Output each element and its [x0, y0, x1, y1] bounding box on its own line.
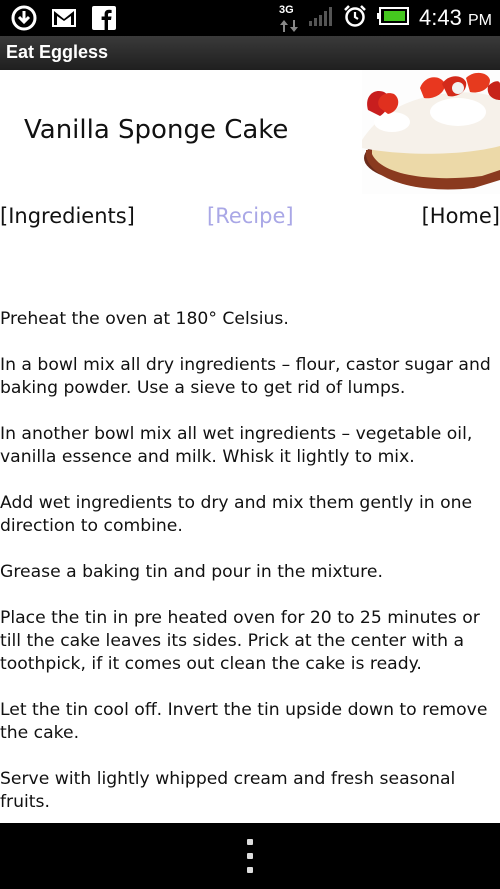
clock-time: 4:43 — [419, 5, 462, 30]
signal-icon — [309, 6, 333, 30]
gmail-icon — [50, 4, 78, 32]
battery-icon — [377, 7, 410, 29]
recipe-step: Let the tin cool off. Invert the tin ups… — [0, 700, 488, 743]
network-type-indicator: 3G — [279, 3, 299, 33]
recipe-page[interactable]: Vanilla Sponge Cake [Ingredients] [Recip… — [0, 70, 500, 823]
app-title: Eat Eggless — [6, 42, 109, 62]
recipe-step: In another bowl mix all wet ingredients … — [0, 424, 473, 467]
recipe-step: Preheat the oven at 180° Celsius. — [0, 309, 289, 329]
status-bar: 3G 4:43 PM — [0, 0, 500, 36]
cake-photo — [362, 70, 500, 194]
download-icon — [10, 4, 38, 32]
home-link[interactable]: [Home] — [422, 204, 500, 228]
facebook-icon — [90, 4, 118, 32]
overflow-menu-icon[interactable] — [244, 839, 256, 873]
recipe-step: Add wet ingredients to dry and mix them … — [0, 493, 473, 536]
app-title-bar: Eat Eggless — [0, 36, 500, 70]
network-type-label: 3G — [279, 4, 294, 16]
clock-suffix: PM — [468, 12, 492, 29]
recipe-step: Serve with lightly whipped cream and fre… — [0, 769, 456, 812]
system-nav-bar — [0, 823, 500, 889]
data-arrows-icon — [280, 20, 299, 32]
recipe-steps: Preheat the oven at 180° Celsius. In a b… — [0, 308, 496, 823]
recipe-link[interactable]: [Recipe] — [207, 204, 294, 228]
alarm-icon — [343, 4, 367, 32]
ingredients-link[interactable]: [Ingredients] — [0, 204, 135, 228]
clock: 4:43 PM — [419, 5, 492, 31]
recipe-title: Vanilla Sponge Cake — [24, 115, 289, 145]
recipe-nav: [Ingredients] [Recipe] [Home] — [0, 204, 500, 234]
recipe-step: Place the tin in pre heated oven for 20 … — [0, 608, 480, 674]
recipe-step: In a bowl mix all dry ingredients – flou… — [0, 355, 491, 398]
recipe-step: Grease a baking tin and pour in the mixt… — [0, 562, 383, 582]
